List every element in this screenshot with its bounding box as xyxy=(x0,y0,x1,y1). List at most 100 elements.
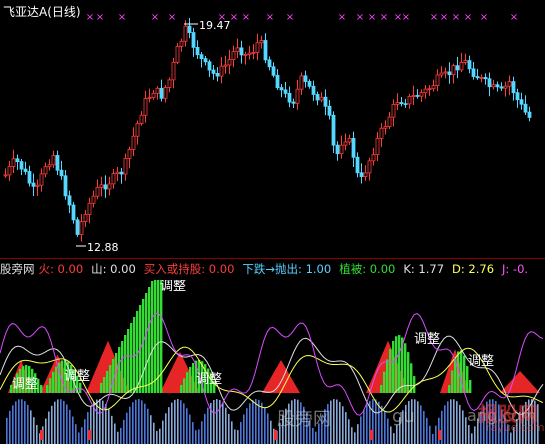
candle-body xyxy=(367,160,372,174)
period-label: (日线) xyxy=(47,5,81,19)
vegetation-bar xyxy=(186,372,189,393)
indicator-item: 植被: 0.00 xyxy=(339,262,396,276)
vegetation-bar xyxy=(55,366,58,393)
candle-body xyxy=(167,79,172,88)
candle-body xyxy=(499,86,504,89)
candle-body xyxy=(51,155,56,166)
volume-bar xyxy=(396,424,398,444)
candle-body xyxy=(335,144,340,155)
candle-body xyxy=(347,137,352,143)
volume-bar xyxy=(201,421,203,444)
volume-bar xyxy=(348,419,350,444)
signal-marker: × xyxy=(286,12,294,23)
vegetation-bar xyxy=(106,371,109,393)
candle-body xyxy=(527,111,532,118)
signal-marker: × xyxy=(480,12,488,23)
candle-body xyxy=(207,61,212,71)
candle-body xyxy=(11,158,16,167)
volume-bar xyxy=(18,399,20,444)
signal-marker: × xyxy=(356,12,364,23)
candle-body xyxy=(155,87,160,94)
volume-bar xyxy=(225,407,227,444)
volume-bar xyxy=(195,430,197,444)
candle-body xyxy=(59,169,64,177)
volume-bar xyxy=(252,400,254,444)
volume-bar xyxy=(447,401,449,444)
volume-bar xyxy=(144,403,146,444)
candle-body xyxy=(463,60,468,63)
candle-body xyxy=(31,182,36,187)
volume-bar xyxy=(126,412,128,444)
volume-bar xyxy=(81,427,83,444)
signal-marker: × xyxy=(266,12,274,23)
vegetation-bar xyxy=(127,329,130,393)
watermark-text-2: gu xyxy=(392,406,415,427)
vegetation-bar xyxy=(148,287,151,393)
volume-bar xyxy=(213,399,215,444)
signal-marker: × xyxy=(452,12,460,23)
vegetation-bar xyxy=(46,385,49,393)
vegetation-bar xyxy=(392,340,395,393)
volume-bar xyxy=(153,422,155,444)
volume-bar xyxy=(108,409,110,444)
signal-marker: × xyxy=(230,12,238,23)
signal-marker: × xyxy=(338,12,346,23)
volume-bar xyxy=(9,410,11,444)
candle-body xyxy=(119,171,124,175)
candle-body xyxy=(175,45,180,63)
candle-body xyxy=(115,171,120,174)
volume-bar xyxy=(129,406,131,444)
bottom-tick xyxy=(370,430,373,440)
candle-body xyxy=(151,92,156,99)
volume-bar xyxy=(435,425,437,444)
volume-bar xyxy=(342,406,344,444)
volume-bar xyxy=(270,420,272,444)
vegetation-bar xyxy=(386,359,389,393)
volume-bar xyxy=(159,428,161,444)
candle-body xyxy=(223,64,228,67)
candle-body xyxy=(307,81,312,87)
candle-body xyxy=(511,81,516,94)
volume-bar xyxy=(378,401,380,444)
bottom-tick xyxy=(40,430,43,440)
candle-body xyxy=(163,87,168,99)
candle-body xyxy=(79,221,84,235)
candle-body xyxy=(503,85,508,89)
candle-body xyxy=(447,71,452,76)
candle-body xyxy=(43,166,48,175)
volume-bar xyxy=(48,411,50,444)
volume-bar xyxy=(147,408,149,444)
candle-body xyxy=(315,94,320,101)
volume-bar xyxy=(354,432,356,444)
candle-body xyxy=(3,174,8,177)
volume-bar xyxy=(27,404,29,444)
candle-body xyxy=(263,40,268,61)
indicator-item: 火: 0.00 xyxy=(38,262,84,276)
candle-body xyxy=(287,92,292,103)
candle-body xyxy=(455,65,460,71)
candle-body xyxy=(15,158,20,163)
signal-marker: × xyxy=(86,12,94,23)
candle-body xyxy=(439,72,444,76)
candle-body xyxy=(327,105,332,116)
vegetation-bar xyxy=(40,385,43,393)
candle-body xyxy=(291,101,296,104)
candle-body xyxy=(107,183,112,190)
volume-bar xyxy=(15,401,17,444)
indicator-name: 股旁网 xyxy=(0,262,35,276)
volume-bar xyxy=(120,427,122,444)
volume-bar xyxy=(216,399,218,444)
candle-body xyxy=(123,158,128,175)
candle-body xyxy=(147,97,152,100)
candle-body xyxy=(67,195,72,206)
candle-body xyxy=(83,214,88,223)
volume-bar xyxy=(63,400,65,444)
volume-bar xyxy=(114,423,116,444)
volume-bar xyxy=(237,430,239,444)
fire-area xyxy=(500,371,540,393)
vegetation-bar xyxy=(100,383,103,393)
candle-body xyxy=(383,126,388,129)
chart-title: 飞亚达A(日线) xyxy=(3,3,81,20)
volume-bar xyxy=(12,405,14,444)
candle-body xyxy=(491,84,496,88)
